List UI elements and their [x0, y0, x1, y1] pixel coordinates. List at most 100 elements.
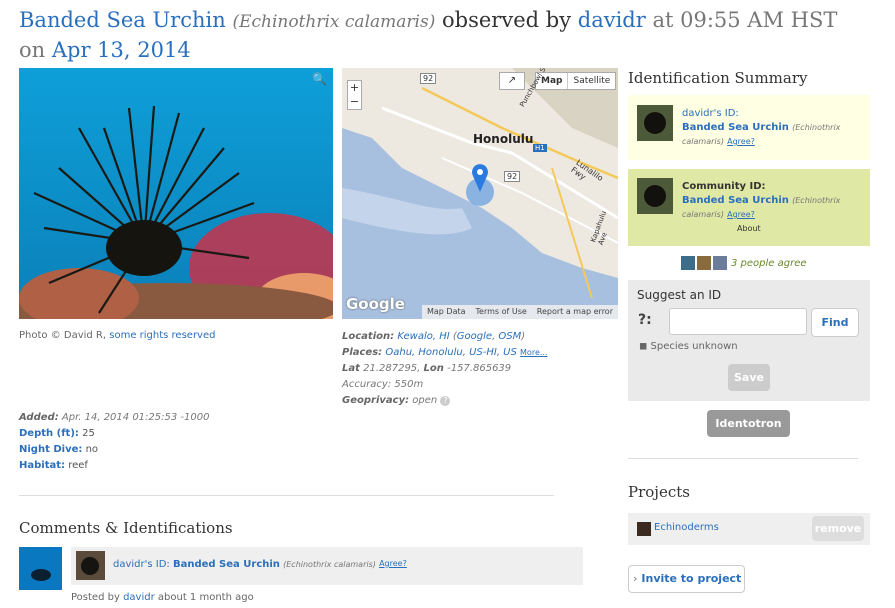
- observation-photo[interactable]: 🔍: [19, 68, 333, 319]
- zoom-out-button[interactable]: −: [348, 95, 361, 109]
- posted-by-user[interactable]: davidr: [123, 592, 155, 603]
- terms-link[interactable]: Terms of Use: [476, 305, 527, 319]
- title-user-link[interactable]: davidr: [578, 8, 646, 32]
- suggest-id-panel: Suggest an ID ?: Find ◼ Species unknown …: [628, 280, 870, 401]
- user-id-taxon-link[interactable]: Banded Sea Urchin: [682, 122, 789, 133]
- report-error-link[interactable]: Report a map error: [537, 305, 613, 319]
- urchin-image: [19, 68, 333, 319]
- depth-label[interactable]: Depth (ft):: [19, 428, 79, 439]
- help-icon[interactable]: ?: [440, 396, 451, 406]
- comment-id-box: davidr's ID: Banded Sea Urchin (Echinoth…: [71, 547, 583, 585]
- location-details: Location: Kewalo, HI (Google, OSM) Place…: [342, 331, 548, 406]
- community-id-card: Community ID: Banded Sea Urchin (Echinot…: [628, 169, 870, 246]
- photo-credit-text: Photo © David R,: [19, 330, 107, 341]
- zoom-in-button[interactable]: +: [348, 81, 361, 95]
- comments-heading: Comments & Identifications: [19, 519, 233, 537]
- species-unknown[interactable]: ◼ Species unknown: [639, 341, 738, 352]
- agree-avatar[interactable]: [681, 256, 695, 270]
- title-taxon-link[interactable]: Banded Sea Urchin: [19, 8, 226, 32]
- agree-avatar[interactable]: [713, 256, 727, 270]
- title-observed-by: observed by: [442, 8, 572, 32]
- user-id-card: davidr's ID: Banded Sea Urchin (Echinoth…: [628, 95, 870, 160]
- depth-value: 25: [82, 428, 95, 439]
- posted-time: about 1 month ago: [157, 592, 254, 603]
- accuracy-value: 550m: [394, 379, 424, 390]
- lat-label: Lat: [342, 363, 360, 374]
- map-road-label: H1: [533, 144, 547, 152]
- project-icon[interactable]: [637, 522, 651, 536]
- zoom-icon[interactable]: 🔍: [312, 72, 327, 86]
- places-link[interactable]: Oahu, Honolulu, US-HI, US: [385, 347, 516, 358]
- about-link[interactable]: About: [737, 224, 761, 233]
- agree-row: 3 people agree: [681, 256, 807, 270]
- unknown-species-icon: ?:: [638, 312, 652, 328]
- rights-link[interactable]: some rights reserved: [109, 330, 215, 341]
- identotron-button[interactable]: Identotron: [707, 410, 790, 437]
- user-id-agree-link[interactable]: Agree?: [727, 137, 755, 146]
- community-agree-link[interactable]: Agree?: [727, 210, 755, 219]
- added-value: Apr. 14, 2014 01:25:53 -1000: [61, 412, 210, 423]
- night-dive-value: no: [85, 444, 99, 455]
- added-label: Added:: [19, 412, 59, 423]
- remove-button[interactable]: remove: [812, 516, 864, 541]
- location-link[interactable]: Kewalo, HI: [397, 331, 449, 342]
- divider: [628, 458, 858, 459]
- chevron-right-icon: ›: [633, 572, 638, 585]
- taxon-thumbnail[interactable]: [637, 105, 673, 141]
- agree-avatar[interactable]: [697, 256, 711, 270]
- accuracy-label: Accuracy:: [342, 379, 392, 390]
- invite-to-project-button[interactable]: › Invite to project: [628, 565, 745, 593]
- map-road-label: 92: [420, 73, 437, 84]
- comment-taxon-link[interactable]: Banded Sea Urchin: [173, 559, 280, 570]
- posted-by-label: Posted by: [71, 592, 120, 603]
- map-road-label: 92: [504, 171, 521, 182]
- location-label: Location:: [342, 331, 395, 342]
- observation-details: Added: Apr. 14, 2014 01:25:53 -1000 Dept…: [19, 410, 319, 474]
- species-search-input[interactable]: [669, 308, 807, 335]
- geoprivacy-value: open: [412, 395, 438, 406]
- find-button[interactable]: Find: [811, 308, 859, 337]
- posted-by: Posted by davidr about 1 month ago: [71, 592, 254, 603]
- lon-value: -157.865639: [447, 363, 512, 374]
- divider: [19, 495, 554, 496]
- map-tiles: [342, 68, 618, 319]
- save-button[interactable]: Save: [728, 364, 770, 391]
- title-sci-name: Echinothrix calamaris: [239, 12, 429, 32]
- project-item: Echinoderms remove: [628, 513, 870, 545]
- tag-icon: ◼: [639, 341, 648, 352]
- osm-link[interactable]: OSM: [498, 331, 521, 342]
- habitat-label[interactable]: Habitat:: [19, 460, 65, 471]
- lon-label: Lon: [423, 363, 444, 374]
- comment-sci-name: Echinothrix calamaris: [286, 560, 373, 569]
- projects-heading: Projects: [628, 483, 690, 501]
- comment-user-id[interactable]: davidr's ID:: [113, 559, 170, 570]
- project-link[interactable]: Echinoderms: [654, 522, 719, 533]
- lat-value: 21.287295,: [363, 363, 421, 374]
- community-taxon-link[interactable]: Banded Sea Urchin: [682, 195, 789, 206]
- more-link[interactable]: More...: [520, 348, 547, 357]
- invite-label: Invite to project: [641, 572, 742, 585]
- fullscreen-icon[interactable]: ↗: [499, 72, 525, 90]
- location-map[interactable]: + − ↗ Map Satellite Honolulu 92 92 H1 Lu…: [342, 68, 618, 319]
- id-summary-heading: Identification Summary: [628, 69, 808, 87]
- comment-agree-link[interactable]: Agree?: [379, 559, 407, 568]
- habitat-value: reef: [68, 460, 88, 471]
- taxon-thumbnail[interactable]: [76, 551, 105, 580]
- photo-credit: Photo © David R, some rights reserved: [19, 330, 215, 341]
- taxon-thumbnail[interactable]: [637, 178, 673, 214]
- google-logo: Google: [346, 295, 405, 313]
- google-link[interactable]: Google: [457, 331, 492, 342]
- map-city-label: Honolulu: [473, 132, 534, 146]
- user-id-label[interactable]: davidr's ID:: [682, 108, 739, 119]
- species-unknown-label: Species unknown: [650, 341, 738, 352]
- community-id-label: Community ID:: [682, 181, 766, 192]
- map-data-link[interactable]: Map Data: [427, 305, 466, 319]
- satellite-type-button[interactable]: Satellite: [567, 73, 615, 89]
- night-dive-label[interactable]: Night Dive:: [19, 444, 82, 455]
- places-label: Places:: [342, 347, 383, 358]
- geoprivacy-label: Geoprivacy:: [342, 395, 410, 406]
- title-date-link[interactable]: Apr 13, 2014: [52, 38, 191, 62]
- page-title: Banded Sea Urchin (Echinothrix calamaris…: [19, 8, 838, 62]
- user-avatar[interactable]: [19, 547, 62, 590]
- agree-count[interactable]: 3 people agree: [731, 258, 807, 269]
